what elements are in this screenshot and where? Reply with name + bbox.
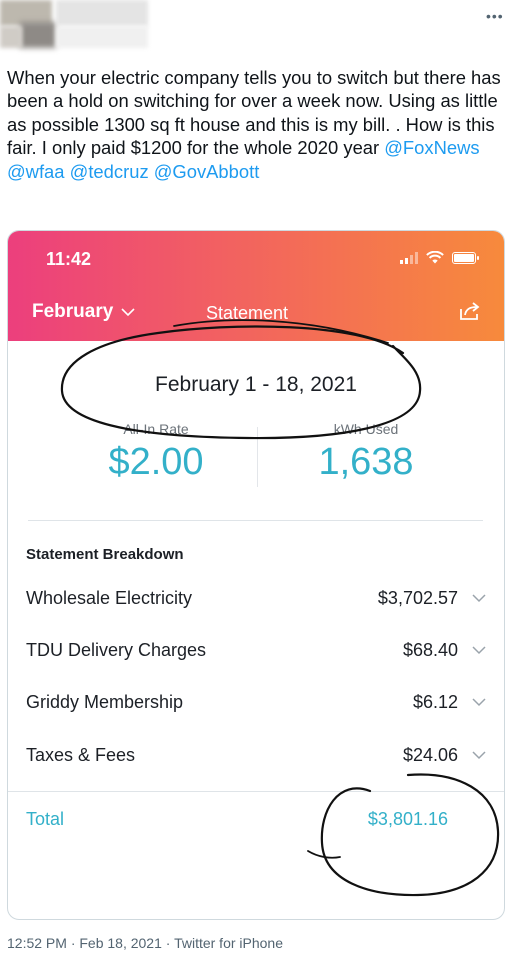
- kwh-used-stat: kWh Used 1,638: [256, 421, 476, 484]
- kwh-used-label: kWh Used: [333, 421, 399, 437]
- month-dropdown[interactable]: February: [32, 301, 135, 323]
- status-bar-time: 11:42: [46, 249, 92, 269]
- total-amount: $3,801.16: [367, 809, 448, 829]
- divider: [8, 791, 504, 792]
- line-item-amount: $3,702.57: [377, 587, 458, 608]
- status-bar-icons: [400, 251, 479, 264]
- statement-date-range: February 1 - 18, 2021: [155, 373, 357, 396]
- line-item-name: Taxes & Fees: [26, 744, 136, 765]
- month-label: February: [32, 301, 114, 322]
- breakdown-title: Statement Breakdown: [26, 546, 184, 563]
- line-item-tdu-delivery[interactable]: TDU Delivery Charges $68.40: [26, 638, 486, 662]
- line-item-wholesale-electricity[interactable]: Wholesale Electricity $3,702.57: [26, 586, 486, 610]
- line-item-name: TDU Delivery Charges: [26, 639, 207, 660]
- blurred-avatar-username[interactable]: [0, 0, 150, 50]
- chevron-down-icon[interactable]: [472, 750, 486, 760]
- more-options-icon[interactable]: •••: [486, 8, 504, 24]
- kwh-used-value: 1,638: [318, 441, 414, 483]
- cellular-signal-icon: [400, 251, 418, 264]
- tweet-text: When your electric company tells you to …: [7, 66, 507, 183]
- mention-link[interactable]: @FoxNews: [384, 137, 479, 158]
- attached-screenshot[interactable]: 11:42 February Statement February 1 - 18…: [7, 230, 505, 920]
- line-item-griddy-membership[interactable]: Griddy Membership $6.12: [26, 690, 486, 714]
- all-in-rate-label: All-In Rate: [123, 421, 189, 437]
- statement-title: Statement: [206, 303, 289, 323]
- line-item-amount: $6.12: [412, 691, 458, 712]
- line-item-name: Wholesale Electricity: [26, 587, 193, 608]
- all-in-rate-stat: All-In Rate $2.00: [46, 421, 266, 484]
- chevron-down-icon[interactable]: [472, 645, 486, 655]
- tweet-timestamp-source[interactable]: 12:52 PM · Feb 18, 2021 · Twitter for iP…: [7, 935, 283, 951]
- chevron-down-icon[interactable]: [472, 697, 486, 707]
- total-label: Total: [26, 809, 65, 829]
- mention-link[interactable]: @tedcruz: [70, 161, 149, 182]
- mention-link[interactable]: @wfaa: [7, 161, 65, 182]
- line-item-name: Griddy Membership: [26, 691, 184, 712]
- chevron-down-icon[interactable]: [472, 593, 486, 603]
- all-in-rate-value: $2.00: [108, 441, 204, 483]
- app-header: 11:42 February Statement: [8, 231, 504, 341]
- mention-link[interactable]: @GovAbbott: [154, 161, 260, 182]
- line-item-taxes-fees[interactable]: Taxes & Fees $24.06: [26, 743, 486, 767]
- share-icon[interactable]: [458, 301, 482, 326]
- battery-icon: [452, 251, 479, 264]
- line-item-amount: $24.06: [402, 744, 458, 765]
- line-item-amount: $68.40: [402, 639, 458, 660]
- wifi-icon: [426, 251, 444, 264]
- divider: [28, 520, 483, 521]
- chevron-down-icon: [121, 307, 135, 316]
